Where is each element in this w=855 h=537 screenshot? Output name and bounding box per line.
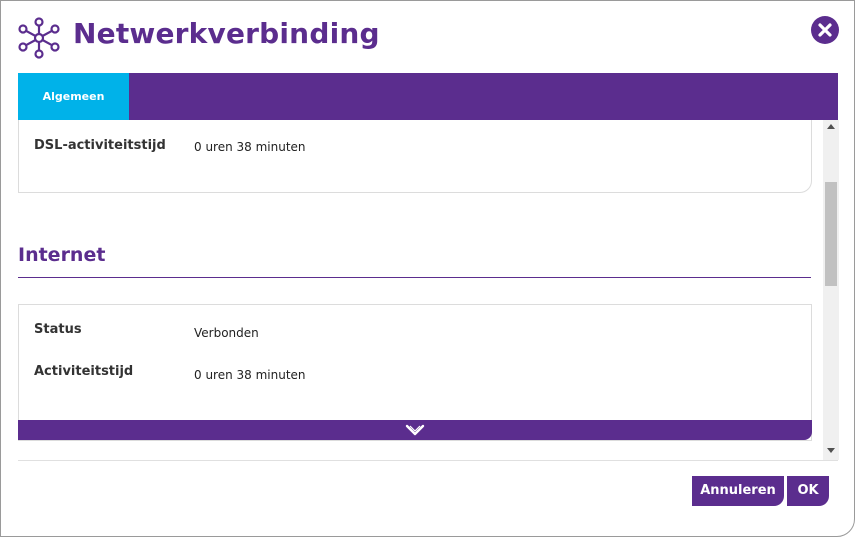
cancel-button-label: Annuleren bbox=[700, 483, 776, 498]
ok-button[interactable]: OK bbox=[787, 476, 829, 506]
dialog-header: Netwerkverbinding bbox=[1, 1, 854, 73]
dsl-card: DSL-activiteitstijd 0 uren 38 minuten bbox=[18, 120, 812, 193]
ok-button-label: OK bbox=[797, 483, 819, 498]
section-divider bbox=[18, 277, 811, 278]
network-connection-dialog: Netwerkverbinding Algemeen DSL-activitei… bbox=[0, 0, 855, 537]
footer-divider bbox=[18, 460, 838, 461]
status-label: Status bbox=[34, 322, 82, 337]
tab-bar: Algemeen bbox=[18, 73, 838, 129]
cancel-button[interactable]: Annuleren bbox=[692, 476, 784, 506]
uptime-label: Activiteitstijd bbox=[34, 364, 134, 379]
status-value: Verbonden bbox=[194, 326, 259, 340]
dsl-uptime-label: DSL-activiteitstijd bbox=[34, 138, 166, 153]
tab-algemeen[interactable]: Algemeen bbox=[18, 73, 129, 120]
chevron-down-icon bbox=[405, 424, 425, 436]
expand-more-button[interactable] bbox=[18, 420, 812, 440]
scroll-down-arrow-icon[interactable] bbox=[827, 448, 835, 453]
scrollbar-thumb[interactable] bbox=[825, 182, 837, 286]
vertical-scrollbar[interactable] bbox=[823, 120, 839, 460]
internet-section-title: Internet bbox=[18, 244, 106, 266]
close-icon bbox=[818, 23, 832, 37]
close-button[interactable] bbox=[811, 16, 839, 44]
uptime-value: 0 uren 38 minuten bbox=[194, 368, 306, 382]
content-scroll-area[interactable]: DSL-activiteitstijd 0 uren 38 minuten In… bbox=[1, 120, 854, 460]
tab-label: Algemeen bbox=[42, 90, 105, 103]
scroll-up-arrow-icon[interactable] bbox=[827, 124, 835, 129]
network-nodes-icon bbox=[17, 17, 61, 59]
dsl-uptime-value: 0 uren 38 minuten bbox=[194, 140, 306, 154]
dialog-title: Netwerkverbinding bbox=[73, 17, 380, 50]
